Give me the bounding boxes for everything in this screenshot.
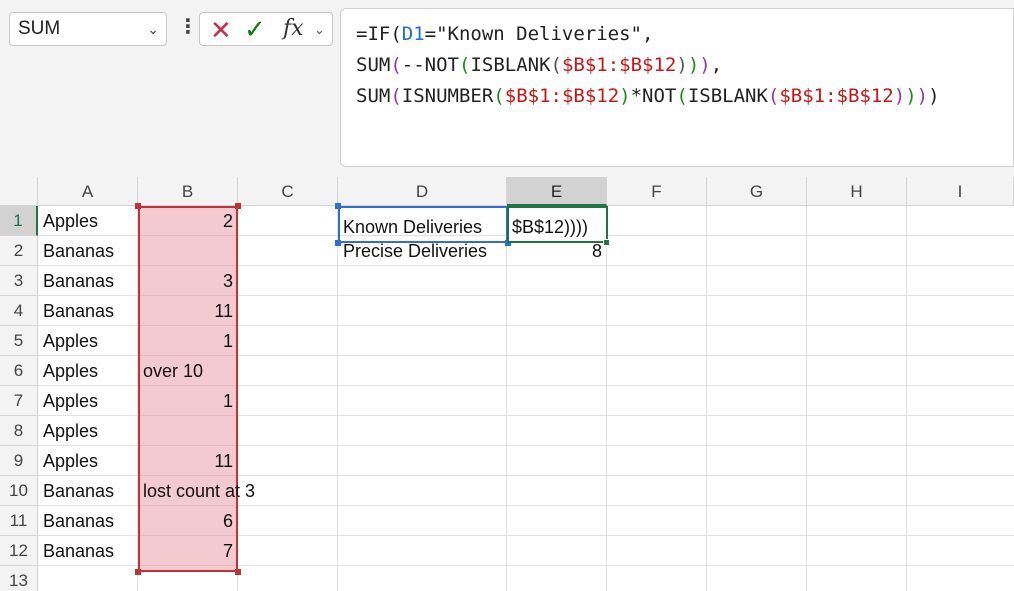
formula-token: $B$1:$B$12 xyxy=(504,85,620,107)
spreadsheet-grid[interactable]: A B C D E F G H I 1 2 3 4 5 6 7 8 9 10 11 12 13 Apples Bananas B… xyxy=(0,177,1014,591)
formula-token: $B$1:$B$12 xyxy=(779,85,894,107)
insert-function-icon[interactable]: fx xyxy=(283,16,304,41)
row-header-13[interactable]: 13 xyxy=(0,566,38,591)
formula-token: , xyxy=(710,54,723,76)
formula-token: --NOT xyxy=(401,54,459,76)
column-header-e[interactable]: E xyxy=(507,177,607,206)
formula-token: ( xyxy=(676,85,688,107)
gridline xyxy=(806,206,807,591)
cell-b1[interactable]: 2 xyxy=(138,206,238,236)
formula-token: ( xyxy=(390,85,402,107)
cell-b11[interactable]: 6 xyxy=(138,506,238,536)
cell-d2[interactable]: Precise Deliveries xyxy=(338,236,507,266)
formula-token: ) xyxy=(893,85,906,107)
row-header-12[interactable]: 12 xyxy=(0,536,38,566)
row-header-2[interactable]: 2 xyxy=(0,236,38,266)
row-header-8[interactable]: 8 xyxy=(0,416,38,446)
fill-handle[interactable] xyxy=(603,239,610,246)
column-header-f[interactable]: F xyxy=(607,177,707,206)
formula-token: SUM xyxy=(356,85,391,107)
formula-line-1: =IF(D1="Known Deliveries", xyxy=(356,19,1013,50)
row-header-6[interactable]: 6 xyxy=(0,356,38,386)
column-header-a[interactable]: A xyxy=(38,177,138,206)
cell-a1[interactable]: Apples xyxy=(38,206,138,236)
column-header-h[interactable]: H xyxy=(807,177,907,206)
formula-token: ( xyxy=(458,54,471,76)
row-header-10[interactable]: 10 xyxy=(0,476,38,506)
cell-b5[interactable]: 1 xyxy=(138,326,238,356)
formula-token: ( xyxy=(390,54,402,76)
formula-line-2: SUM(--NOT(ISBLANK($B$1:$B$12))), xyxy=(356,50,1013,81)
cell-a8[interactable]: Apples xyxy=(38,416,138,446)
formula-token: SUM xyxy=(356,54,391,76)
cell-b3[interactable]: 3 xyxy=(138,266,238,296)
range-handle[interactable] xyxy=(135,569,141,575)
row-header-1[interactable]: 1 xyxy=(0,206,38,236)
formula-token: ( xyxy=(493,85,505,107)
cell-a6[interactable]: Apples xyxy=(38,356,138,386)
column-header-b[interactable]: B xyxy=(138,177,238,206)
formula-bar[interactable]: =IF(D1="Known Deliveries", SUM(--NOT(ISB… xyxy=(340,8,1014,167)
more-options-icon[interactable]: ⋮ xyxy=(178,14,198,39)
formula-token: ( xyxy=(550,54,562,76)
chevron-down-icon[interactable]: ⌄ xyxy=(314,22,325,38)
cell-a12[interactable]: Bananas xyxy=(38,536,138,566)
chevron-down-icon[interactable]: ⌄ xyxy=(147,21,159,38)
formula-token: ) xyxy=(916,85,929,107)
cancel-icon[interactable]: ✕ xyxy=(210,15,232,46)
formula-token: ="Known Deliveries", xyxy=(424,23,654,45)
row-header-11[interactable]: 11 xyxy=(0,506,38,536)
gridline xyxy=(706,206,707,591)
confirm-icon[interactable]: ✓ xyxy=(244,14,266,45)
column-header-d[interactable]: D xyxy=(338,177,507,206)
formula-token: ( xyxy=(767,85,780,107)
formula-token: ISBLANK xyxy=(470,54,551,76)
gridline xyxy=(906,206,907,591)
formula-buttons: ✕ ✓ fx ⌄ xyxy=(199,12,333,46)
column-header-i[interactable]: I xyxy=(907,177,1014,206)
formula-token: ) xyxy=(687,54,700,76)
reference-handle[interactable] xyxy=(335,203,341,209)
formula-token: $B$1:$B$12 xyxy=(561,54,677,76)
name-box-value: SUM xyxy=(18,18,61,39)
select-all-corner[interactable] xyxy=(0,177,38,206)
formula-token: *NOT xyxy=(630,85,677,107)
formula-token: ISNUMBER xyxy=(401,85,494,107)
cell-a11[interactable]: Bananas xyxy=(38,506,138,536)
formula-token: =IF( xyxy=(356,23,402,45)
formula-token: ) xyxy=(619,85,631,107)
column-header-c[interactable]: C xyxy=(238,177,338,206)
cell-b12[interactable]: 7 xyxy=(138,536,238,566)
formula-token: D1 xyxy=(401,23,425,45)
cell-b6[interactable]: over 10 xyxy=(138,356,358,386)
cell-b4[interactable]: 11 xyxy=(138,296,238,326)
cell-b10[interactable]: lost count at 3 xyxy=(138,476,358,506)
row-header-4[interactable]: 4 xyxy=(0,296,38,326)
row-header-5[interactable]: 5 xyxy=(0,326,38,356)
row-header-3[interactable]: 3 xyxy=(0,266,38,296)
cell-a9[interactable]: Apples xyxy=(38,446,138,476)
range-handle[interactable] xyxy=(235,569,241,575)
cell-a3[interactable]: Bananas xyxy=(38,266,138,296)
formula-token: ISBLANK xyxy=(687,85,768,107)
row-header-7[interactable]: 7 xyxy=(0,386,38,416)
formula-line-3: SUM(ISNUMBER($B$1:$B$12)*NOT(ISBLANK($B$… xyxy=(356,81,1013,112)
row-header-9[interactable]: 9 xyxy=(0,446,38,476)
cell-a7[interactable]: Apples xyxy=(38,386,138,416)
formula-token: ) xyxy=(928,85,940,107)
cell-a10[interactable]: Bananas xyxy=(38,476,138,506)
cell-b7[interactable]: 1 xyxy=(138,386,238,416)
cell-b9[interactable]: 11 xyxy=(138,446,238,476)
name-box[interactable]: SUM ⌄ xyxy=(9,12,167,46)
cell-a5[interactable]: Apples xyxy=(38,326,138,356)
formula-token: ) xyxy=(699,54,711,76)
cell-e2[interactable]: 8 xyxy=(507,236,607,266)
formula-token: ) xyxy=(905,85,917,107)
cell-a4[interactable]: Bananas xyxy=(38,296,138,326)
cell-a2[interactable]: Bananas xyxy=(38,236,138,266)
column-header-g[interactable]: G xyxy=(707,177,807,206)
formula-token: ) xyxy=(676,54,688,76)
